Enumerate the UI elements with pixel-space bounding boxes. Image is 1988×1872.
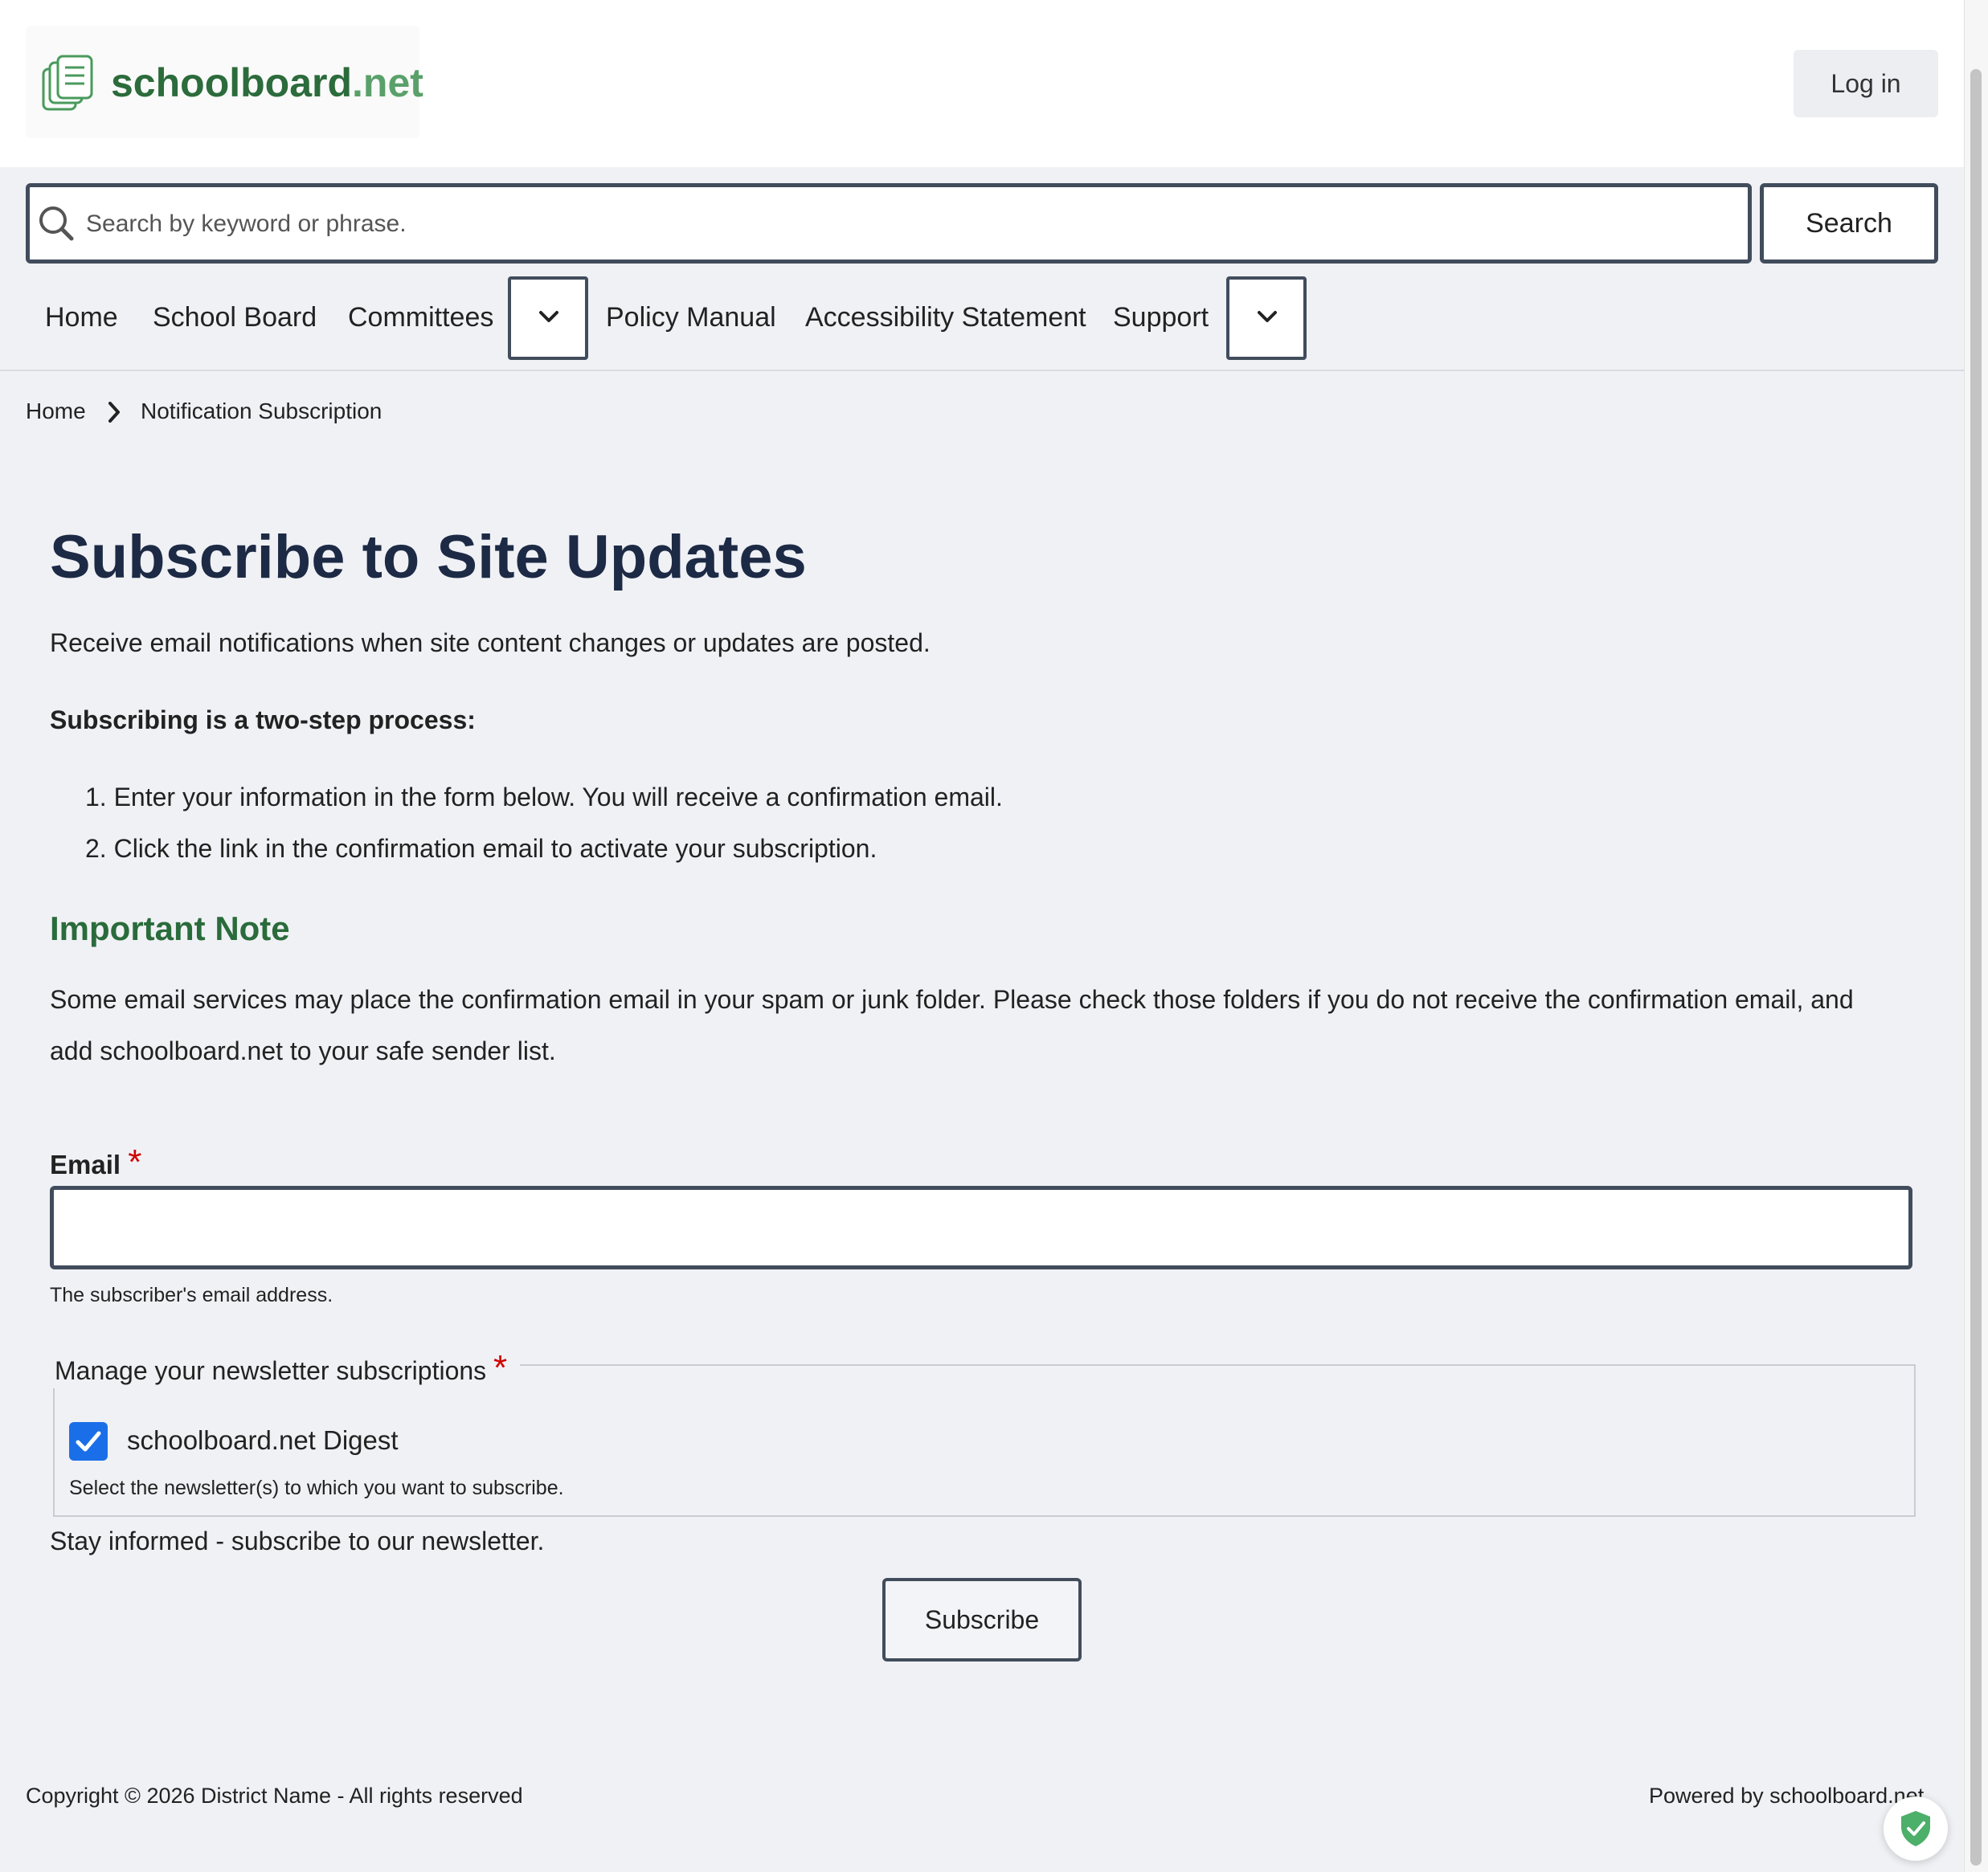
nav-item-accessibility-statement[interactable]: Accessibility Statement xyxy=(805,302,1086,333)
newsletter-legend-text: Manage your newsletter subscriptions xyxy=(55,1356,487,1385)
search-input[interactable] xyxy=(84,202,1727,247)
search-icon xyxy=(39,206,74,241)
nav-item-policy-manual[interactable]: Policy Manual xyxy=(606,302,776,333)
nav-item-support[interactable]: Support xyxy=(1113,302,1209,333)
logo-wordmark: schoolboard.net xyxy=(111,59,423,106)
search-button[interactable]: Search xyxy=(1760,183,1938,264)
scrollbar-thumb[interactable] xyxy=(1970,69,1982,1866)
newsletter-checkbox[interactable] xyxy=(69,1422,108,1461)
process-heading: Subscribing is a two-step process: xyxy=(50,705,476,734)
login-button[interactable]: Log in xyxy=(1794,50,1938,117)
security-badge[interactable] xyxy=(1884,1796,1948,1861)
support-dropdown-toggle[interactable] xyxy=(1226,276,1307,360)
footer-copyright: Copyright © 2026 District Name - All rig… xyxy=(26,1784,523,1808)
logo-name: schoolboard xyxy=(111,60,353,105)
document-stack-icon xyxy=(42,55,93,111)
breadcrumb-current: Notification Subscription xyxy=(141,399,382,423)
shield-check-icon xyxy=(1901,1811,1930,1846)
intro-text: Receive email notifications when site co… xyxy=(50,628,931,657)
nav-item-committees[interactable]: Committees xyxy=(348,302,493,333)
newsletter-option-label[interactable]: schoolboard.net Digest xyxy=(127,1425,399,1456)
email-field[interactable] xyxy=(50,1186,1912,1269)
search-box xyxy=(26,183,1752,264)
chevron-down-icon xyxy=(539,311,558,322)
note-text-line: add schoolboard.net to your safe sender … xyxy=(50,1036,556,1065)
email-help-text: The subscriber's email address. xyxy=(50,1284,333,1306)
subscribe-button[interactable]: Subscribe xyxy=(882,1578,1082,1662)
logo-tld: .net xyxy=(352,60,423,105)
important-note-heading: Important Note xyxy=(50,909,290,947)
note-text-line: Some email services may place the confir… xyxy=(50,985,1854,1014)
page-title: Subscribe to Site Updates xyxy=(50,523,807,591)
chevron-down-icon xyxy=(1258,311,1277,322)
committees-dropdown-toggle[interactable] xyxy=(508,276,588,360)
checkmark-icon xyxy=(76,1431,101,1452)
newsletter-legend: Manage your newsletter subscriptions * xyxy=(51,1348,521,1388)
step-item: 1. Enter your information in the form be… xyxy=(85,783,1003,811)
nav-divider xyxy=(0,370,1964,371)
stay-informed-text: Stay informed - subscribe to our newslet… xyxy=(50,1527,545,1555)
footer-powered-by[interactable]: Powered by schoolboard.net xyxy=(1649,1784,1924,1809)
email-label-text: Email xyxy=(50,1150,121,1179)
nav-item-home[interactable]: Home xyxy=(45,302,118,333)
newsletter-help-text: Select the newsletter(s) to which you wa… xyxy=(69,1477,564,1499)
required-marker: * xyxy=(128,1142,142,1182)
chevron-right-icon xyxy=(108,402,120,423)
step-item: 2. Click the link in the confirmation em… xyxy=(85,834,877,863)
nav-item-school-board[interactable]: School Board xyxy=(153,302,317,333)
email-label: Email * xyxy=(50,1142,141,1183)
breadcrumb-home[interactable]: Home xyxy=(26,399,86,424)
site-logo[interactable]: schoolboard.net xyxy=(26,26,423,138)
required-marker: * xyxy=(493,1348,508,1388)
